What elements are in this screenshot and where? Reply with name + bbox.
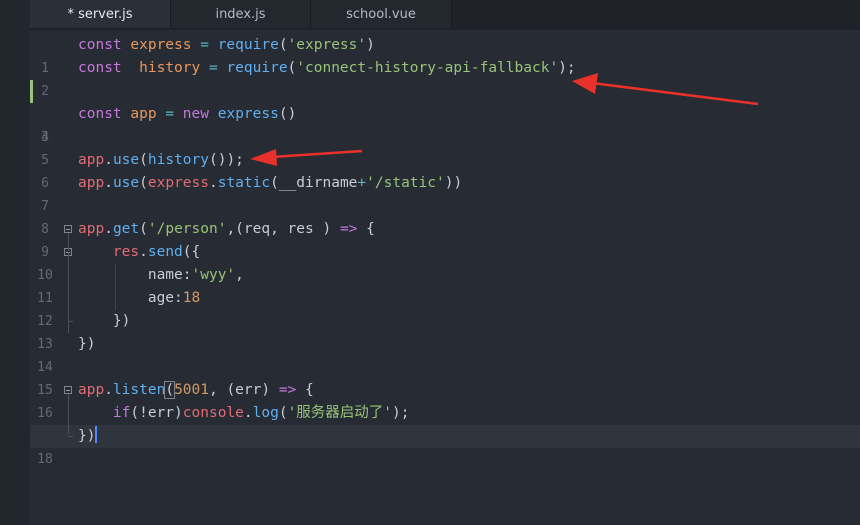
annotation-arrows: [250, 73, 759, 166]
code-editor: * server.js index.js school.vue 1 const …: [0, 0, 860, 525]
arrow-to-app-use-history: [250, 149, 363, 166]
arrow-to-history-require: [572, 73, 759, 106]
